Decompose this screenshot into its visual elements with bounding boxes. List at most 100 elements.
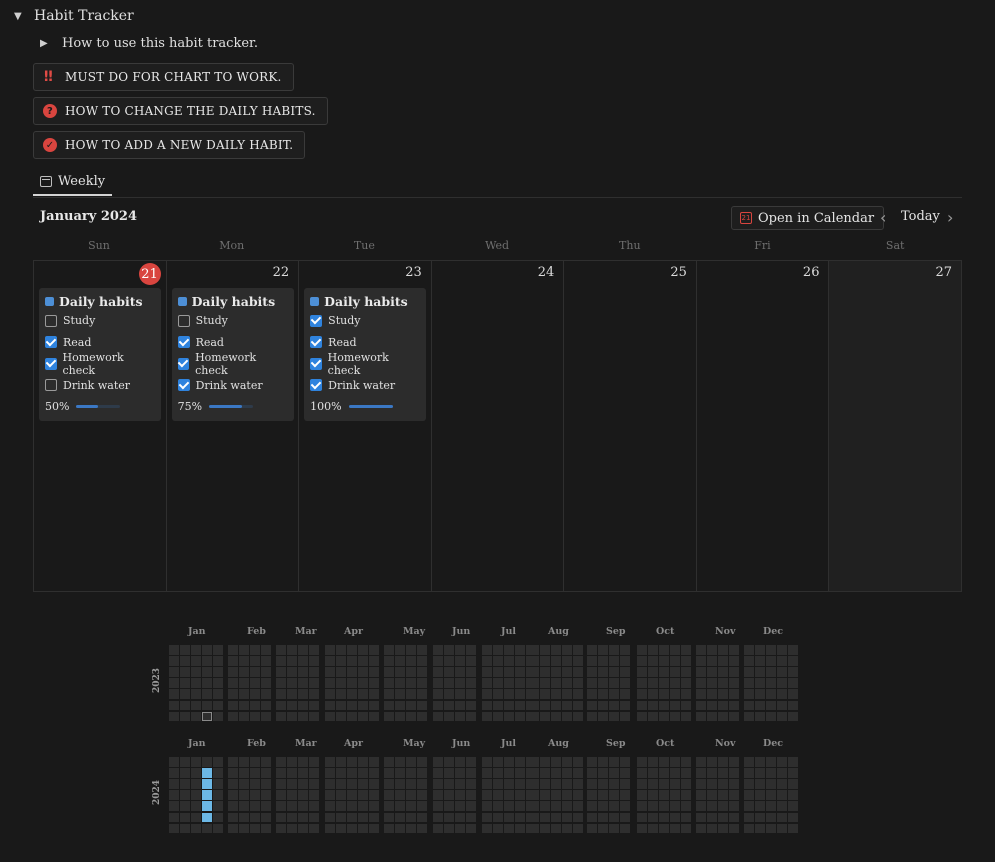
heatmap-cell[interactable] bbox=[239, 823, 249, 834]
heatmap-cell[interactable] bbox=[169, 768, 179, 778]
heatmap-cell[interactable] bbox=[261, 678, 271, 688]
heatmap-cell[interactable] bbox=[239, 768, 249, 778]
heatmap-cell[interactable] bbox=[169, 801, 179, 811]
heatmap-cell[interactable] bbox=[384, 656, 394, 666]
heatmap-cell[interactable] bbox=[228, 757, 238, 767]
heatmap-cell[interactable] bbox=[729, 779, 739, 789]
checked-checkbox[interactable] bbox=[177, 336, 190, 349]
heatmap-cell[interactable] bbox=[540, 645, 550, 655]
heatmap-cell[interactable] bbox=[777, 656, 787, 666]
heatmap-cell[interactable] bbox=[729, 689, 739, 699]
heatmap-cell[interactable] bbox=[417, 645, 427, 655]
heatmap-cell[interactable] bbox=[433, 801, 443, 811]
heatmap-cell[interactable] bbox=[384, 678, 394, 688]
heatmap-cell[interactable] bbox=[250, 667, 260, 677]
heatmap-cell[interactable] bbox=[515, 689, 525, 699]
heatmap-cell[interactable] bbox=[309, 790, 319, 800]
heatmap-cell[interactable] bbox=[620, 812, 630, 822]
heatmap-cell[interactable] bbox=[562, 823, 572, 834]
heatmap-cell[interactable] bbox=[504, 656, 514, 666]
heatmap-cell[interactable] bbox=[707, 645, 717, 655]
heatmap-cell[interactable] bbox=[670, 801, 680, 811]
heatmap-cell[interactable] bbox=[696, 700, 706, 710]
heatmap-cell[interactable] bbox=[298, 711, 308, 722]
heatmap-cell[interactable] bbox=[261, 768, 271, 778]
checked-checkbox[interactable] bbox=[310, 314, 323, 327]
heatmap-cell[interactable] bbox=[637, 801, 647, 811]
add-habit-button[interactable]: ✓ HOW TO ADD A NEW DAILY HABIT. bbox=[33, 131, 306, 159]
heatmap-cell[interactable] bbox=[325, 656, 335, 666]
heatmap-cell[interactable] bbox=[466, 711, 476, 722]
heatmap-cell[interactable] bbox=[444, 823, 454, 834]
heatmap-cell[interactable] bbox=[540, 779, 550, 789]
heatmap-cell[interactable] bbox=[755, 801, 765, 811]
heatmap-cell[interactable] bbox=[718, 790, 728, 800]
heatmap-cell[interactable] bbox=[788, 645, 798, 655]
habit-card[interactable]: Daily habits Study Read Homework check Drink… bbox=[171, 288, 294, 421]
heatmap-cell[interactable] bbox=[358, 757, 368, 767]
heatmap-cell[interactable] bbox=[529, 779, 539, 789]
heatmap-cell[interactable] bbox=[444, 667, 454, 677]
heatmap-cell[interactable] bbox=[515, 711, 525, 722]
heatmap-cell[interactable] bbox=[202, 689, 212, 699]
heatmap-cell[interactable] bbox=[433, 667, 443, 677]
heatmap-cell[interactable] bbox=[598, 801, 608, 811]
heatmap-cell[interactable] bbox=[358, 711, 368, 722]
heatmap-cell[interactable] bbox=[598, 757, 608, 767]
heatmap-cell[interactable] bbox=[755, 667, 765, 677]
heatmap-cell[interactable] bbox=[213, 790, 223, 800]
heatmap-cell[interactable] bbox=[587, 678, 597, 688]
heatmap-cell[interactable] bbox=[228, 823, 238, 834]
heatmap-cell[interactable] bbox=[648, 700, 658, 710]
heatmap-cell[interactable] bbox=[466, 812, 476, 822]
heatmap-cell[interactable] bbox=[718, 823, 728, 834]
heatmap-cell[interactable] bbox=[395, 656, 405, 666]
heatmap-cell[interactable] bbox=[417, 757, 427, 767]
heatmap-cell[interactable] bbox=[228, 656, 238, 666]
heatmap-cell[interactable] bbox=[562, 768, 572, 778]
heatmap-cell[interactable] bbox=[336, 801, 346, 811]
heatmap-cell[interactable] bbox=[309, 801, 319, 811]
heatmap-cell[interactable] bbox=[228, 812, 238, 822]
heatmap-cell[interactable] bbox=[573, 801, 583, 811]
heatmap-cell[interactable] bbox=[504, 711, 514, 722]
heatmap-cell[interactable] bbox=[455, 645, 465, 655]
heatmap-cell[interactable] bbox=[250, 689, 260, 699]
heatmap-cell[interactable] bbox=[169, 790, 179, 800]
heatmap-cell[interactable] bbox=[406, 823, 416, 834]
heatmap-cell[interactable] bbox=[395, 768, 405, 778]
heatmap-cell[interactable] bbox=[287, 790, 297, 800]
heatmap-cell[interactable] bbox=[213, 656, 223, 666]
heatmap-cell[interactable] bbox=[213, 757, 223, 767]
heatmap-cell[interactable] bbox=[482, 711, 492, 722]
heatmap-cell[interactable] bbox=[202, 700, 212, 710]
heatmap-cell[interactable] bbox=[504, 801, 514, 811]
heatmap-cell[interactable] bbox=[551, 678, 561, 688]
heatmap-cell[interactable] bbox=[755, 711, 765, 722]
today-button[interactable]: Today bbox=[901, 209, 940, 224]
heatmap-cell[interactable] bbox=[551, 779, 561, 789]
heatmap-cell[interactable] bbox=[609, 667, 619, 677]
heatmap-cell[interactable] bbox=[777, 689, 787, 699]
heatmap-cell[interactable] bbox=[395, 779, 405, 789]
heatmap-cell[interactable] bbox=[384, 790, 394, 800]
heatmap-cell[interactable] bbox=[493, 779, 503, 789]
heatmap-cell[interactable] bbox=[169, 812, 179, 822]
heatmap-cell[interactable] bbox=[336, 790, 346, 800]
checked-checkbox[interactable] bbox=[310, 336, 323, 349]
heatmap-cell[interactable] bbox=[455, 790, 465, 800]
heatmap-cell[interactable] bbox=[169, 700, 179, 710]
heatmap-cell[interactable] bbox=[287, 700, 297, 710]
heatmap-cell[interactable] bbox=[620, 656, 630, 666]
heatmap-cell[interactable] bbox=[620, 667, 630, 677]
heatmap-cell[interactable] bbox=[466, 689, 476, 699]
heatmap-cell[interactable] bbox=[670, 768, 680, 778]
heatmap-cell[interactable] bbox=[659, 757, 669, 767]
heatmap-cell[interactable] bbox=[744, 779, 754, 789]
heatmap-cell[interactable] bbox=[298, 700, 308, 710]
heatmap-cell[interactable] bbox=[228, 700, 238, 710]
heatmap-cell[interactable] bbox=[766, 812, 776, 822]
heatmap-cell[interactable] bbox=[670, 645, 680, 655]
heatmap-cell[interactable] bbox=[609, 779, 619, 789]
heatmap-cell[interactable] bbox=[670, 812, 680, 822]
